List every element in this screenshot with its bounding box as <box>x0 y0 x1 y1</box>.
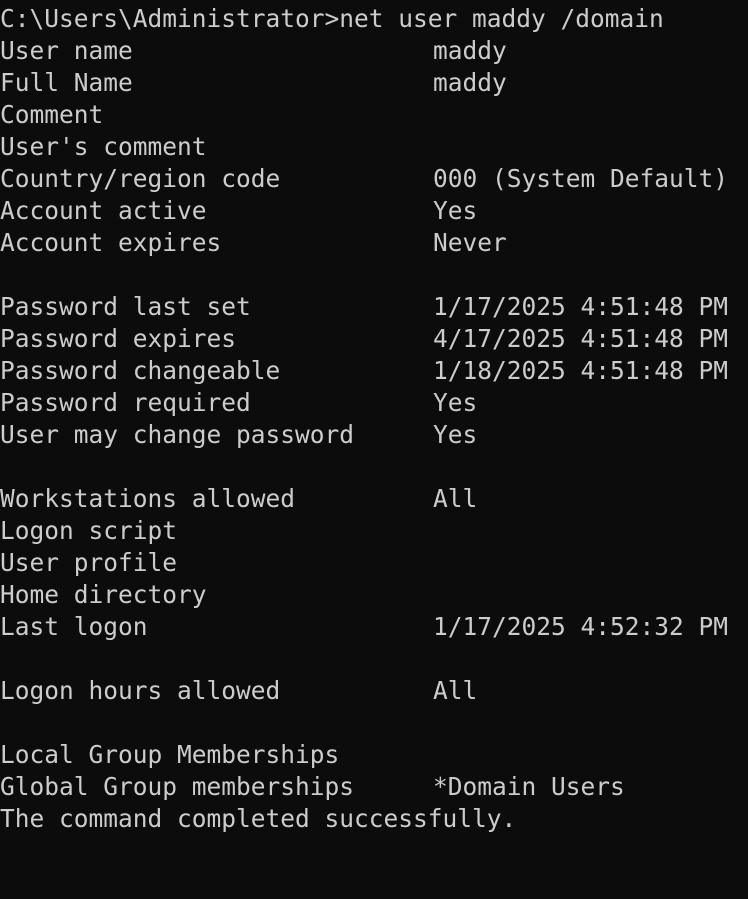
output-row: Account active Yes <box>0 195 748 227</box>
output-row: User profile <box>0 547 748 579</box>
output-key: Comment <box>0 100 104 129</box>
prompt: C:\Users\Administrator> <box>0 4 340 33</box>
output-key: Password changeable <box>0 356 281 385</box>
output-row: Last logon 1/17/2025 4:52:32 PM <box>0 611 748 643</box>
output-key: Password expires <box>0 324 237 353</box>
output-value: 1/18/2025 4:51:48 PM <box>433 356 729 385</box>
output-row: Logon script <box>0 515 748 547</box>
output-row: Workstations allowed All <box>0 483 748 515</box>
output-value: 4/17/2025 4:51:48 PM <box>433 324 729 353</box>
output-row: Password required Yes <box>0 387 748 419</box>
blank-row <box>0 707 748 739</box>
output-row: User may change password Yes <box>0 419 748 451</box>
output-value: All <box>433 484 478 513</box>
output-value: maddy <box>433 36 507 65</box>
output-row: Password expires 4/17/2025 4:51:48 PM <box>0 323 748 355</box>
output-key: Account active <box>0 196 207 225</box>
output-key: Full Name <box>0 68 133 97</box>
blank-row <box>0 451 748 483</box>
output-row: User name maddy <box>0 35 748 67</box>
output-row: Password last set 1/17/2025 4:51:48 PM <box>0 291 748 323</box>
completion-message: The command completed successfully. <box>0 804 517 833</box>
output-row: Global Group memberships *Domain Users <box>0 771 748 803</box>
command-text: net user maddy /domain <box>339 4 664 33</box>
output-value: Yes <box>433 420 478 449</box>
output-key: Global Group memberships <box>0 772 355 801</box>
output-key: Local Group Memberships <box>0 740 340 769</box>
output-value: Yes <box>433 388 478 417</box>
output-key: Password last set <box>0 292 251 321</box>
output-value: Never <box>433 228 507 257</box>
output-key: Logon hours allowed <box>0 676 281 705</box>
output-value: maddy <box>433 68 507 97</box>
output-key: Password required <box>0 388 251 417</box>
output-row: Local Group Memberships <box>0 739 748 771</box>
output-key: User name <box>0 36 133 65</box>
output-key: User's comment <box>0 132 207 161</box>
command-line-text: C:\Users\Administrator>net user maddy /d… <box>0 3 664 35</box>
output-key: User profile <box>0 548 178 577</box>
terminal-window[interactable]: C:\Users\Administrator>net user maddy /d… <box>0 0 748 854</box>
output-value: Yes <box>433 196 478 225</box>
output-row: User's comment <box>0 131 748 163</box>
output-row: Account expires Never <box>0 227 748 259</box>
output-row: Full Name maddy <box>0 67 748 99</box>
output-row: Home directory <box>0 579 748 611</box>
output-row: Comment <box>0 99 748 131</box>
blank-row <box>0 643 748 675</box>
output-key: Last logon <box>0 612 148 641</box>
command-line: C:\Users\Administrator>net user maddy /d… <box>0 3 748 35</box>
output-key: Logon script <box>0 516 178 545</box>
output-value: 1/17/2025 4:51:48 PM <box>433 292 729 321</box>
blank-row <box>0 259 748 291</box>
output-key: Home directory <box>0 580 207 609</box>
output-row: Country/region code 000 (System Default) <box>0 163 748 195</box>
output-key: Account expires <box>0 228 222 257</box>
output-value: All <box>433 676 478 705</box>
output-value: 000 (System Default) <box>433 164 729 193</box>
completion-line: The command completed successfully. <box>0 803 748 835</box>
output-key: Country/region code <box>0 164 281 193</box>
output-row: Password changeable 1/18/2025 4:51:48 PM <box>0 355 748 387</box>
output-value: *Domain Users <box>433 772 625 801</box>
output-value: 1/17/2025 4:52:32 PM <box>433 612 729 641</box>
output-key: User may change password <box>0 420 355 449</box>
output-row: Logon hours allowed All <box>0 675 748 707</box>
output-key: Workstations allowed <box>0 484 296 513</box>
